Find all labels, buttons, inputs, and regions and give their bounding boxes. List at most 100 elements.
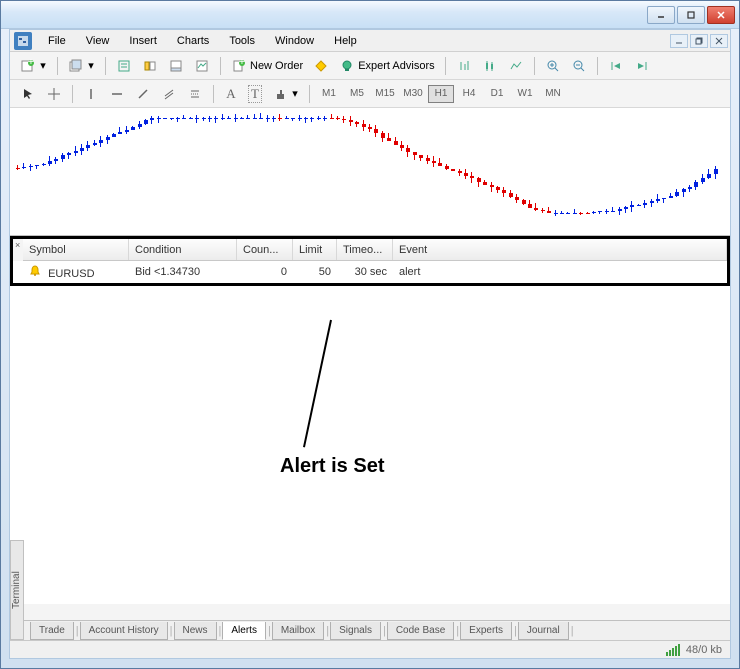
- candle-chart-button[interactable]: [478, 55, 502, 77]
- auto-scroll-button[interactable]: [604, 55, 628, 77]
- cell-event: alert: [393, 263, 727, 281]
- chart-area[interactable]: [10, 108, 730, 236]
- terminal-side-label[interactable]: Terminal: [10, 540, 24, 640]
- expert-advisors-button[interactable]: Expert Advisors: [335, 55, 438, 77]
- alerts-panel: × Symbol Condition Coun... Limit Timeo..…: [10, 236, 730, 286]
- cell-counter: 0: [237, 263, 293, 281]
- new-order-button[interactable]: + New Order: [227, 55, 307, 77]
- zoom-in-button[interactable]: [541, 55, 565, 77]
- expert-advisors-label: Expert Advisors: [358, 60, 434, 72]
- close-button[interactable]: [707, 6, 735, 24]
- menu-help[interactable]: Help: [324, 32, 367, 50]
- menu-charts[interactable]: Charts: [167, 32, 219, 50]
- channel-icon: [161, 86, 177, 102]
- menu-window[interactable]: Window: [265, 32, 324, 50]
- tf-mn[interactable]: MN: [540, 85, 566, 103]
- tf-m5[interactable]: M5: [344, 85, 370, 103]
- zoom-out-icon: [571, 58, 587, 74]
- cursor-icon: [20, 86, 36, 102]
- new-order-icon: +: [231, 58, 247, 74]
- tab-trade[interactable]: Trade: [30, 622, 74, 640]
- mdi-minimize-button[interactable]: [670, 34, 688, 48]
- cursor-button[interactable]: [16, 83, 40, 105]
- profiles-icon: [68, 58, 84, 74]
- new-chart-button[interactable]: +▾: [16, 55, 51, 77]
- tab-mailbox[interactable]: Mailbox: [272, 622, 324, 640]
- line-chart-button[interactable]: [504, 55, 528, 77]
- tf-w1[interactable]: W1: [512, 85, 538, 103]
- tf-h4[interactable]: H4: [456, 85, 482, 103]
- col-event[interactable]: Event: [393, 239, 727, 260]
- col-symbol[interactable]: Symbol: [23, 239, 129, 260]
- tf-m15[interactable]: M15: [372, 85, 398, 103]
- candle-icon: [482, 58, 498, 74]
- tf-m1[interactable]: M1: [316, 85, 342, 103]
- fibonacci-button[interactable]: [183, 83, 207, 105]
- auto-scroll-icon: [608, 58, 624, 74]
- line-chart-icon: [508, 58, 524, 74]
- menu-view[interactable]: View: [76, 32, 120, 50]
- bar-chart-button[interactable]: [452, 55, 476, 77]
- navigator-button[interactable]: [138, 55, 162, 77]
- connection-bars-icon: [666, 644, 680, 656]
- bar-chart-icon: [456, 58, 472, 74]
- tf-d1[interactable]: D1: [484, 85, 510, 103]
- maximize-button[interactable]: [677, 6, 705, 24]
- trendline-button[interactable]: [131, 83, 155, 105]
- text-icon: A: [226, 86, 235, 102]
- terminal-tabs: Trade| Account History| News| Alerts| Ma…: [24, 620, 730, 640]
- cell-limit: 50: [293, 263, 337, 281]
- horizontal-line-button[interactable]: [105, 83, 129, 105]
- tab-code-base[interactable]: Code Base: [387, 622, 454, 640]
- minimize-button[interactable]: [647, 6, 675, 24]
- col-condition[interactable]: Condition: [129, 239, 237, 260]
- alert-row[interactable]: EURUSD Bid <1.34730 0 50 30 sec alert: [13, 261, 727, 283]
- tab-account-history[interactable]: Account History: [80, 622, 168, 640]
- menu-insert[interactable]: Insert: [119, 32, 167, 50]
- crosshair-icon: [46, 86, 62, 102]
- zoom-out-button[interactable]: [567, 55, 591, 77]
- cell-symbol: EURUSD: [23, 262, 129, 283]
- panel-close-button[interactable]: ×: [13, 239, 23, 261]
- menu-file[interactable]: File: [38, 32, 76, 50]
- mdi-buttons: [668, 34, 730, 48]
- tf-h1[interactable]: H1: [428, 85, 454, 103]
- metaquotes-button[interactable]: [309, 55, 333, 77]
- toolbar-main: +▾ ▾ + New Order Expert Advisors: [10, 52, 730, 80]
- chevron-down-icon: ▾: [87, 59, 95, 72]
- statusbar: 48/0 kb: [10, 640, 730, 658]
- new-order-label: New Order: [250, 60, 303, 72]
- text-button[interactable]: A: [220, 83, 242, 105]
- terminal-button[interactable]: [164, 55, 188, 77]
- menu-tools[interactable]: Tools: [219, 32, 265, 50]
- col-timeout[interactable]: Timeo...: [337, 239, 393, 260]
- market-watch-button[interactable]: [112, 55, 136, 77]
- col-counter[interactable]: Coun...: [237, 239, 293, 260]
- mdi-restore-button[interactable]: [690, 34, 708, 48]
- vertical-line-button[interactable]: [79, 83, 103, 105]
- profiles-button[interactable]: ▾: [64, 55, 99, 77]
- tab-journal[interactable]: Journal: [518, 622, 569, 640]
- mdi-close-button[interactable]: [710, 34, 728, 48]
- tab-alerts[interactable]: Alerts: [222, 622, 266, 640]
- annotation-text: Alert is Set: [280, 455, 384, 478]
- text-label-icon: T: [248, 85, 262, 103]
- tab-news[interactable]: News: [174, 622, 217, 640]
- channel-button[interactable]: [157, 83, 181, 105]
- cell-timeout: 30 sec: [337, 263, 393, 281]
- svg-text:+: +: [28, 59, 34, 68]
- strategy-tester-button[interactable]: [190, 55, 214, 77]
- tab-experts[interactable]: Experts: [460, 622, 512, 640]
- toolbar-drawing: A T ▾ M1 M5 M15 M30 H1 H4 D1 W1 MN: [10, 80, 730, 108]
- tf-m30[interactable]: M30: [400, 85, 426, 103]
- col-limit[interactable]: Limit: [293, 239, 337, 260]
- chart-shift-button[interactable]: [630, 55, 654, 77]
- tab-signals[interactable]: Signals: [330, 622, 381, 640]
- terminal-icon: [168, 58, 184, 74]
- arrows-button[interactable]: ▾: [268, 83, 303, 105]
- text-label-button[interactable]: T: [244, 83, 266, 105]
- thumbs-up-icon: [272, 86, 288, 102]
- zoom-in-icon: [545, 58, 561, 74]
- svg-text:+: +: [239, 59, 245, 68]
- crosshair-button[interactable]: [42, 83, 66, 105]
